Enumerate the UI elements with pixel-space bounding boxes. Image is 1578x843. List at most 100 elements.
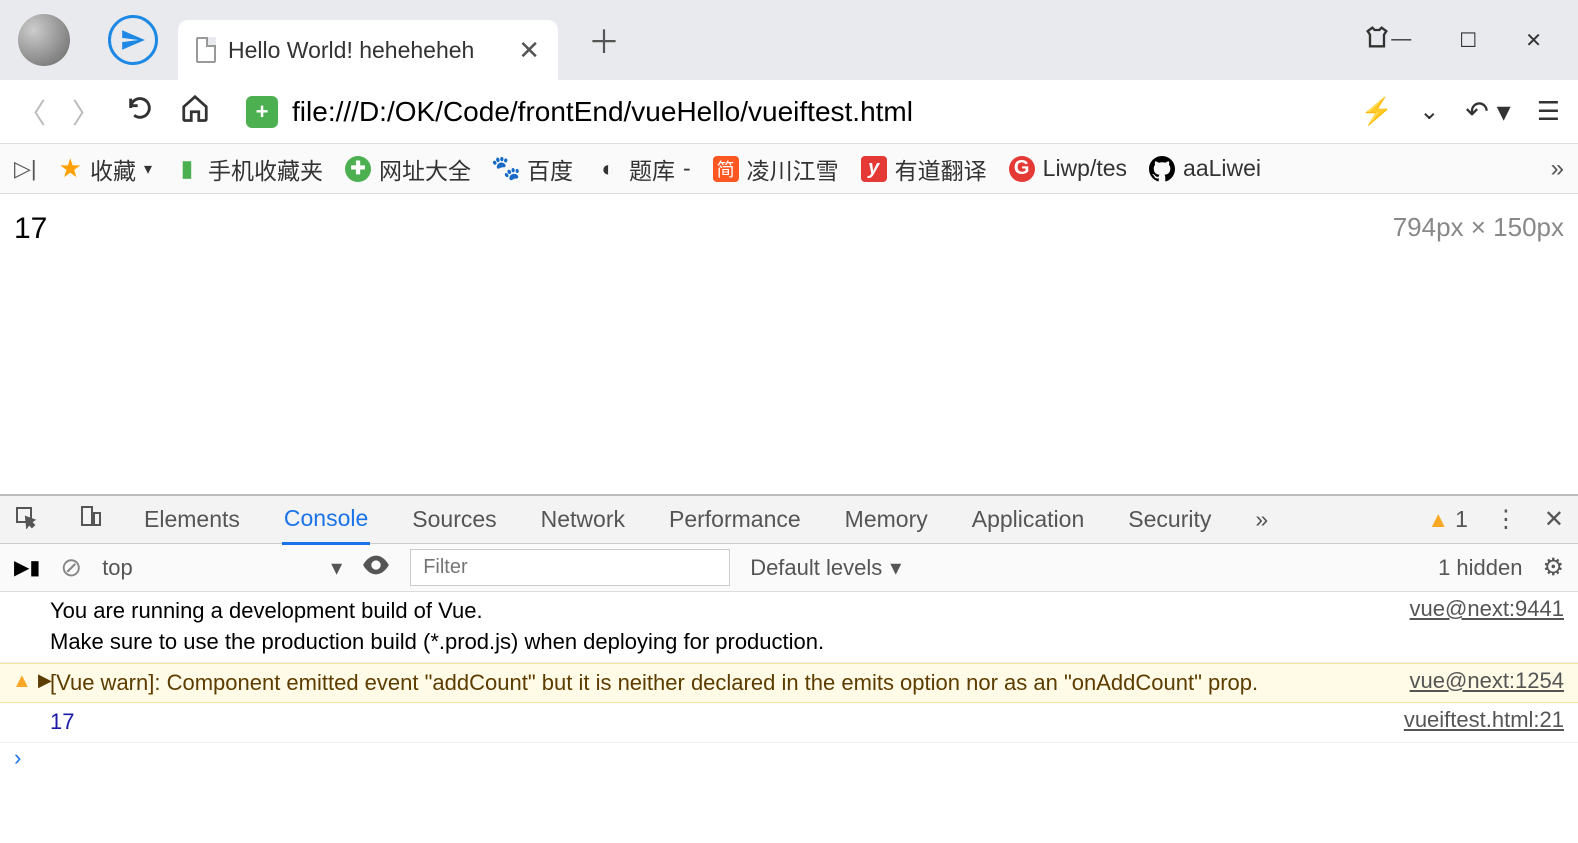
bookmark-label: 百度 bbox=[527, 152, 573, 186]
bookmark-label-suffix: - bbox=[683, 155, 691, 182]
home-button[interactable] bbox=[180, 93, 210, 130]
levels-label: Default levels bbox=[750, 555, 882, 581]
reload-button[interactable] bbox=[126, 94, 154, 129]
lightning-icon[interactable]: ⚡ bbox=[1361, 96, 1393, 127]
bookmarks-more-icon[interactable]: » bbox=[1551, 155, 1564, 183]
bookmark-jian[interactable]: 简凌川江雪 bbox=[713, 152, 839, 186]
maximize-button[interactable]: ☐ bbox=[1459, 28, 1477, 53]
message-source-link[interactable]: vue@next:9441 bbox=[1390, 596, 1564, 658]
context-label: top bbox=[102, 555, 133, 581]
bookmark-label: 手机收藏夹 bbox=[208, 152, 323, 186]
bookmark-label: 有道翻译 bbox=[895, 152, 987, 186]
bookmark-360[interactable]: ✚ 网址大全 bbox=[345, 152, 471, 186]
bookmark-favorites[interactable]: ★收藏▾ bbox=[59, 152, 152, 186]
tab-security[interactable]: Security bbox=[1126, 496, 1213, 543]
console-sidebar-toggle-icon[interactable]: ▶▮ bbox=[14, 555, 40, 580]
devtools-close-icon[interactable]: ✕ bbox=[1544, 505, 1564, 534]
bookmark-mobile[interactable]: ▮ 手机收藏夹 bbox=[174, 152, 323, 186]
bookmarks-toggle-icon[interactable]: ▷| bbox=[14, 156, 37, 182]
inspector-dimensions: 794px × 150px bbox=[1393, 212, 1564, 243]
security-shield-icon[interactable]: + bbox=[246, 96, 278, 128]
message-source-link[interactable]: vueiftest.html:21 bbox=[1384, 707, 1564, 738]
url-text: file:///D:/OK/Code/frontEnd/vueHello/vue… bbox=[292, 96, 913, 128]
phone-icon: ▮ bbox=[174, 156, 200, 182]
close-tab-icon[interactable]: ✕ bbox=[518, 35, 540, 66]
live-expression-icon[interactable] bbox=[362, 554, 390, 582]
youdao-icon: y bbox=[861, 156, 887, 182]
send-plane-icon[interactable] bbox=[108, 15, 158, 65]
tab-application[interactable]: Application bbox=[970, 496, 1087, 543]
bookmark-label: 凌川江雪 bbox=[747, 152, 839, 186]
warning-badge[interactable]: ▲1 bbox=[1427, 506, 1468, 533]
gitee-icon: G bbox=[1009, 156, 1035, 182]
message-source-link[interactable]: vue@next:1254 bbox=[1390, 668, 1564, 699]
forward-button[interactable]: 〉 bbox=[72, 92, 100, 132]
file-icon bbox=[196, 37, 216, 63]
caret-down-icon: ▾ bbox=[144, 159, 152, 179]
warning-count: 1 bbox=[1455, 506, 1468, 533]
tab-memory[interactable]: Memory bbox=[843, 496, 930, 543]
caret-down-icon: ▾ bbox=[331, 555, 342, 581]
inspect-element-icon[interactable] bbox=[14, 505, 38, 535]
new-tab-button[interactable]: ＋ bbox=[588, 17, 620, 63]
bookmark-tiku[interactable]: ◐ 题库- bbox=[595, 152, 691, 186]
minimize-button[interactable]: — bbox=[1391, 28, 1411, 53]
back-button[interactable]: 〈 bbox=[18, 92, 46, 132]
bookmark-youdao[interactable]: y 有道翻译 bbox=[861, 152, 987, 186]
message-text: [Vue warn]: Component emitted event "add… bbox=[50, 668, 1390, 699]
log-levels-selector[interactable]: Default levels ▾ bbox=[750, 555, 901, 581]
menu-icon[interactable]: ☰ bbox=[1537, 96, 1560, 127]
browser-titlebar: Hello World! heheheheh ✕ ＋ — ☐ ✕ bbox=[0, 0, 1578, 80]
tabs-more-icon[interactable]: » bbox=[1253, 496, 1270, 543]
warning-triangle-icon: ▲ bbox=[12, 670, 32, 693]
warning-triangle-icon: ▲ bbox=[1427, 507, 1449, 533]
context-selector[interactable]: top ▾ bbox=[102, 555, 342, 581]
console-toolbar: ▶▮ ⊘ top ▾ Default levels ▾ 1 hidden ⚙ bbox=[0, 544, 1578, 592]
tab-elements[interactable]: Elements bbox=[142, 496, 242, 543]
console-prompt[interactable]: › bbox=[0, 743, 1578, 773]
console-output: You are running a development build of V… bbox=[0, 592, 1578, 773]
filter-input[interactable] bbox=[410, 549, 730, 586]
console-message: 17 vueiftest.html:21 bbox=[0, 703, 1578, 743]
undo-button[interactable]: ↶ ▾ bbox=[1465, 95, 1510, 128]
bookmarks-bar: ▷| ★收藏▾ ▮ 手机收藏夹 ✚ 网址大全 🐾 百度 ◐ 题库- 简凌川江雪 y 有道翻… bbox=[0, 144, 1578, 194]
bookmark-liwp[interactable]: G Liwp/tes bbox=[1009, 155, 1127, 182]
bookmark-github[interactable]: aaLiwei bbox=[1149, 155, 1261, 182]
url-field[interactable]: + file:///D:/OK/Code/frontEnd/vueHello/v… bbox=[236, 90, 1335, 134]
theme-icon[interactable] bbox=[1363, 23, 1391, 58]
gear-icon[interactable]: ⚙ bbox=[1542, 553, 1564, 582]
bookmark-label: 网址大全 bbox=[379, 152, 471, 186]
devtools-menu-icon[interactable]: ⋮ bbox=[1494, 505, 1518, 534]
page-value: 17 bbox=[14, 212, 1564, 246]
tab-network[interactable]: Network bbox=[539, 496, 627, 543]
baidu-icon: 🐾 bbox=[493, 156, 519, 182]
console-message: You are running a development build of V… bbox=[0, 592, 1578, 663]
bookmark-label: 题库 bbox=[629, 152, 675, 186]
browser-tab[interactable]: Hello World! heheheheh ✕ bbox=[178, 20, 558, 80]
bookmark-label: Liwp/tes bbox=[1043, 155, 1127, 182]
chevron-down-icon[interactable]: ⌄ bbox=[1419, 97, 1439, 126]
clear-console-icon[interactable]: ⊘ bbox=[60, 552, 82, 583]
bookmark-baidu[interactable]: 🐾 百度 bbox=[493, 152, 573, 186]
github-icon bbox=[1149, 156, 1175, 182]
page-viewport: 17 794px × 150px bbox=[0, 194, 1578, 494]
close-window-button[interactable]: ✕ bbox=[1525, 28, 1542, 53]
jianshu-icon: 简 bbox=[713, 156, 739, 182]
star-icon: ★ bbox=[59, 153, 82, 184]
device-toggle-icon[interactable] bbox=[78, 505, 102, 535]
message-text: You are running a development build of V… bbox=[50, 596, 1390, 658]
tab-sources[interactable]: Sources bbox=[410, 496, 498, 543]
hidden-count[interactable]: 1 hidden bbox=[1438, 555, 1522, 581]
360-icon: ✚ bbox=[345, 156, 371, 182]
bookmark-label: aaLiwei bbox=[1183, 155, 1261, 182]
tab-performance[interactable]: Performance bbox=[667, 496, 803, 543]
profile-avatar[interactable] bbox=[18, 14, 70, 66]
tab-title: Hello World! heheheheh bbox=[228, 37, 506, 64]
address-bar: 〈 〉 + file:///D:/OK/Code/frontEnd/vueHel… bbox=[0, 80, 1578, 144]
window-controls: — ☐ ✕ bbox=[1391, 28, 1542, 53]
devtools-tabbar: Elements Console Sources Network Perform… bbox=[0, 496, 1578, 544]
tiku-icon: ◐ bbox=[595, 156, 621, 182]
caret-down-icon: ▾ bbox=[890, 555, 901, 581]
expand-caret-icon[interactable]: ▶ bbox=[38, 670, 52, 691]
tab-console[interactable]: Console bbox=[282, 495, 370, 545]
